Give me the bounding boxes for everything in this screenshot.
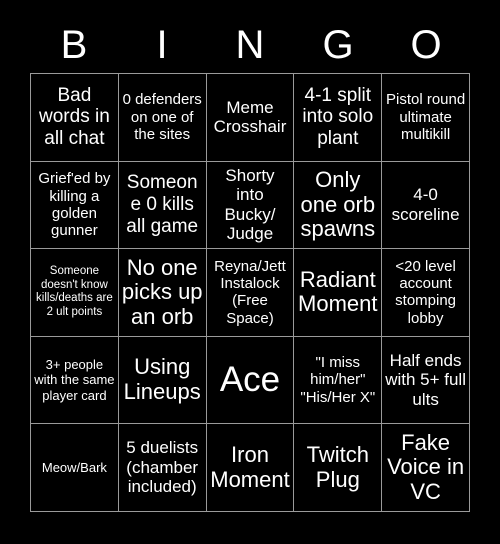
bingo-square-label: 4-0 scoreline xyxy=(391,185,460,224)
bingo-square-label: Half ends with 5+ full ults xyxy=(385,350,466,409)
bingo-grid: Bad words in all chat 0 defenders on one … xyxy=(30,73,470,512)
bingo-square[interactable]: 3+ people with the same player card xyxy=(31,336,118,424)
bingo-square-label: Radiant Moment xyxy=(298,266,378,317)
header-letter-g: G xyxy=(322,22,354,67)
bingo-square[interactable]: Half ends with 5+ full ults xyxy=(382,336,469,424)
bingo-square[interactable]: Using Lineups xyxy=(118,336,206,424)
bingo-square[interactable]: Shorty into Bucky/ Judge xyxy=(206,161,294,249)
bingo-square-label: Meow/Bark xyxy=(41,460,107,476)
bingo-square-label: Someone 0 kills all game xyxy=(126,172,199,237)
bingo-square-label: No one picks up an orb xyxy=(121,254,203,329)
bingo-square-label: Only one orb spawns xyxy=(300,166,376,242)
header-letter-b: B xyxy=(60,22,88,67)
bingo-square-label: "I miss him/her" "His/Her X" xyxy=(300,354,376,406)
bingo-square[interactable]: Only one orb spawns xyxy=(294,161,382,249)
header-letter-n: N xyxy=(235,22,265,67)
bingo-square-label: Shorty into Bucky/ Judge xyxy=(224,165,276,244)
bingo-square-label: Iron Moment xyxy=(210,442,290,492)
bingo-square-label: 4-1 split into solo plant xyxy=(302,84,374,150)
bingo-square[interactable]: Pistol round ultimate multikill xyxy=(382,74,469,161)
bingo-square[interactable]: Reyna/Jett Instalock (Free Space) xyxy=(206,249,294,336)
bingo-square[interactable]: Bad words in all chat xyxy=(31,74,118,161)
bingo-square-label: Fake Voice in VC xyxy=(387,429,465,504)
bingo-square-label: Meme Crosshair xyxy=(213,97,287,137)
bingo-square[interactable]: Someone doesn't know kills/deaths are 2 … xyxy=(31,249,118,336)
bingo-square-label: 5 duelists (chamber included) xyxy=(126,438,199,497)
bingo-square[interactable]: Someone 0 kills all game xyxy=(118,161,206,249)
bingo-square-label: <20 level account stomping lobby xyxy=(395,257,457,327)
bingo-square[interactable]: 4-1 split into solo plant xyxy=(294,74,382,161)
bingo-square[interactable]: Meow/Bark xyxy=(31,424,118,511)
bingo-square-label: 0 defenders on one of the sites xyxy=(122,91,202,143)
bingo-square-label: 3+ people with the same player card xyxy=(34,357,115,403)
bingo-square-label: Reyna/Jett Instalock (Free Space) xyxy=(214,257,286,327)
bingo-square-label: Ace xyxy=(219,359,281,399)
bingo-square[interactable]: Fake Voice in VC xyxy=(382,424,469,511)
bingo-square-label: Twitch Plug xyxy=(306,442,369,492)
bingo-square[interactable]: 5 duelists (chamber included) xyxy=(118,424,206,511)
bingo-square-label: Using Lineups xyxy=(123,354,201,405)
bingo-square-label: Someone doesn't know kills/deaths are 2 … xyxy=(36,264,113,319)
header-letter-i: I xyxy=(156,22,168,67)
bingo-square[interactable]: Meme Crosshair xyxy=(206,74,294,161)
bingo-square[interactable]: "I miss him/her" "His/Her X" xyxy=(294,336,382,424)
bingo-square[interactable]: Radiant Moment xyxy=(294,249,382,336)
bingo-square[interactable]: <20 level account stomping lobby xyxy=(382,249,469,336)
header-letter-o: O xyxy=(410,22,442,67)
bingo-square[interactable]: Twitch Plug xyxy=(294,424,382,511)
bingo-square[interactable]: Iron Moment xyxy=(206,424,294,511)
bingo-square-label: Grief'ed by killing a golden gunner xyxy=(38,170,111,240)
bingo-square[interactable]: 4-0 scoreline xyxy=(382,161,469,249)
bingo-square[interactable]: Grief'ed by killing a golden gunner xyxy=(31,161,118,249)
bingo-square-label: Bad words in all chat xyxy=(39,84,110,150)
bingo-square[interactable]: No one picks up an orb xyxy=(118,249,206,336)
bingo-square[interactable]: 0 defenders on one of the sites xyxy=(118,74,206,161)
bingo-square-label: Pistol round ultimate multikill xyxy=(385,91,466,143)
bingo-square[interactable]: Ace xyxy=(206,336,294,424)
bingo-header: B I N G O xyxy=(30,16,470,73)
bingo-card: B I N G O Bad words in all chat 0 defende… xyxy=(0,0,500,544)
